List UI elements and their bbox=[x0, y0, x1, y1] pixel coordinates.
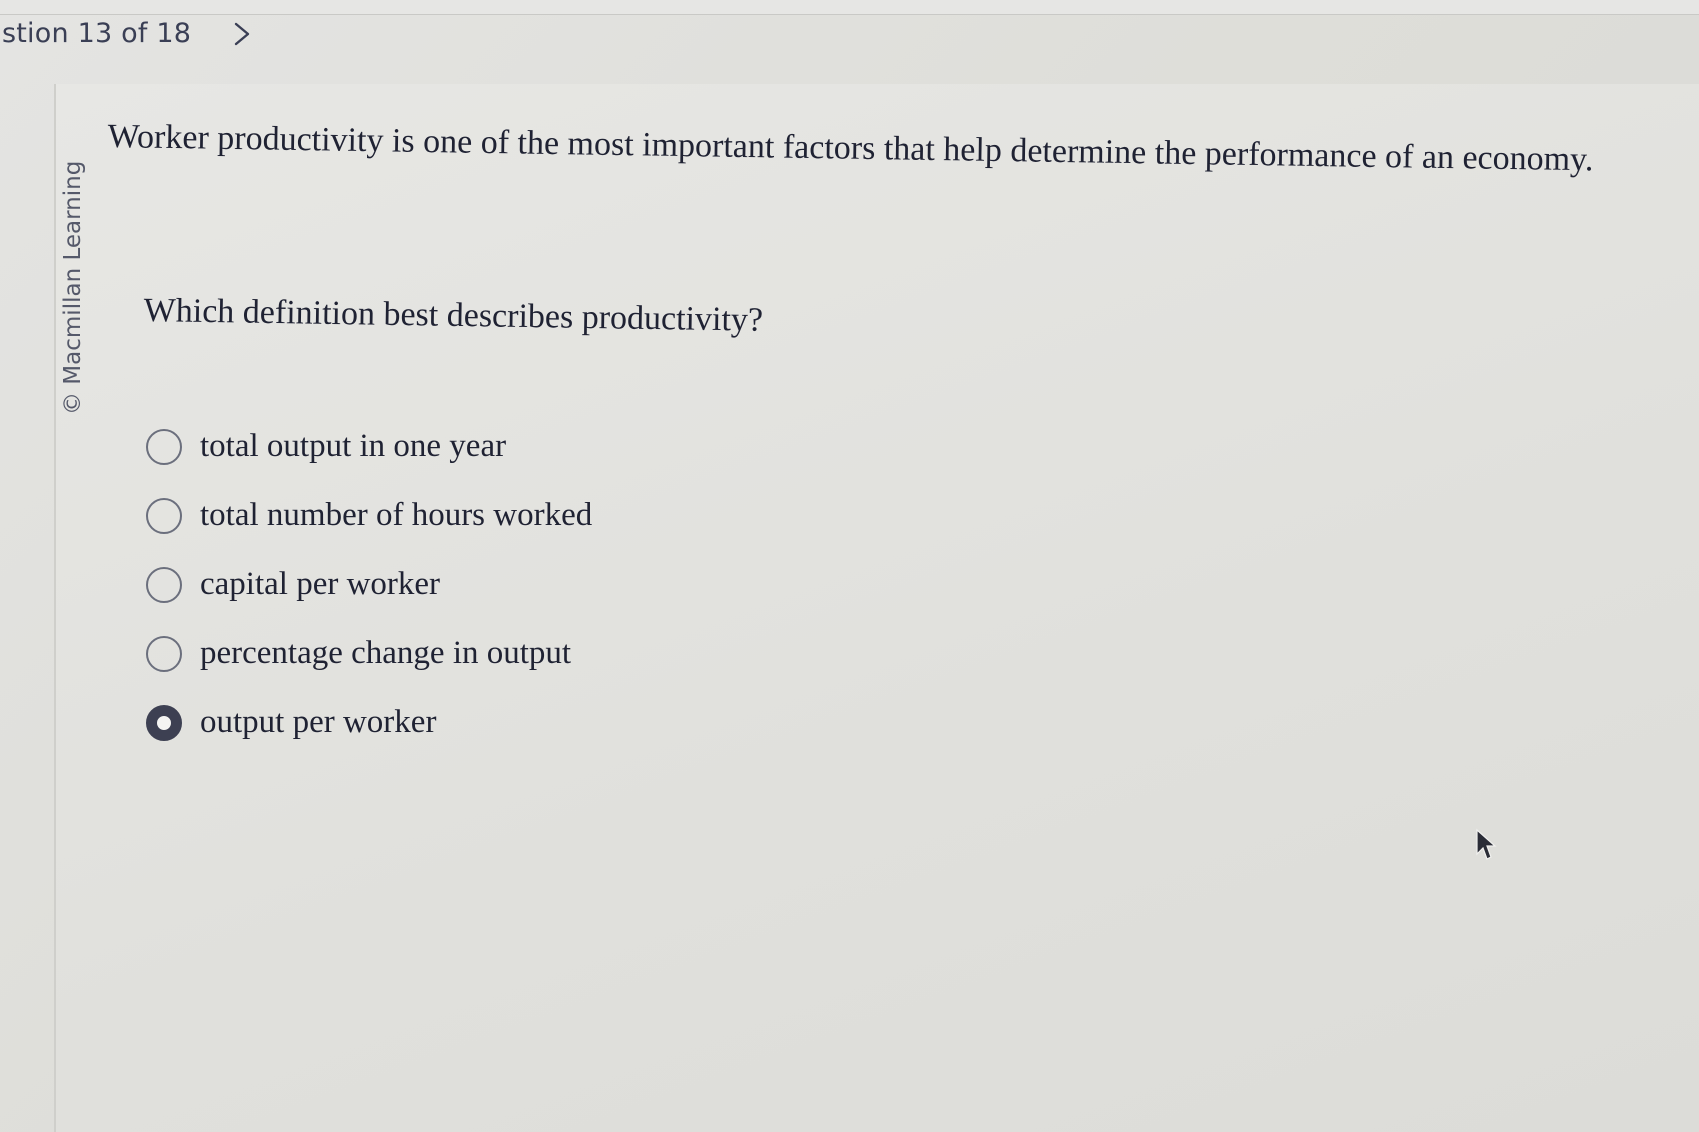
radio-button[interactable] bbox=[146, 428, 182, 465]
radio-button[interactable] bbox=[146, 635, 182, 672]
copyright-credit: © Macmillan Learning bbox=[60, 160, 86, 415]
answer-options: total output in one year total number of… bbox=[146, 412, 592, 757]
question-counter: stion 13 of 18 bbox=[2, 18, 192, 49]
answer-option-label: percentage change in output bbox=[200, 635, 572, 671]
answer-option-label: capital per worker bbox=[200, 566, 441, 602]
chevron-right-icon[interactable] bbox=[229, 21, 255, 47]
answer-option-label: total output in one year bbox=[200, 428, 507, 464]
answer-option[interactable]: percentage change in output bbox=[146, 619, 592, 688]
answer-option[interactable]: total number of hours worked bbox=[146, 481, 592, 550]
radio-button[interactable] bbox=[146, 497, 182, 534]
answer-option[interactable]: output per worker bbox=[146, 688, 592, 757]
mouse-cursor-icon bbox=[1476, 828, 1497, 860]
screen: stion 13 of 18 © Macmillan Learning Work… bbox=[0, 0, 1699, 1132]
radio-button[interactable] bbox=[146, 566, 182, 603]
answer-option[interactable]: total output in one year bbox=[146, 412, 592, 481]
answer-option-label: total number of hours worked bbox=[200, 497, 593, 533]
question-navigation: stion 13 of 18 bbox=[2, 18, 255, 49]
top-divider bbox=[0, 0, 1699, 15]
radio-button-selected[interactable] bbox=[146, 704, 182, 741]
answer-option[interactable]: capital per worker bbox=[146, 550, 592, 619]
answer-option-label: output per worker bbox=[200, 704, 437, 740]
